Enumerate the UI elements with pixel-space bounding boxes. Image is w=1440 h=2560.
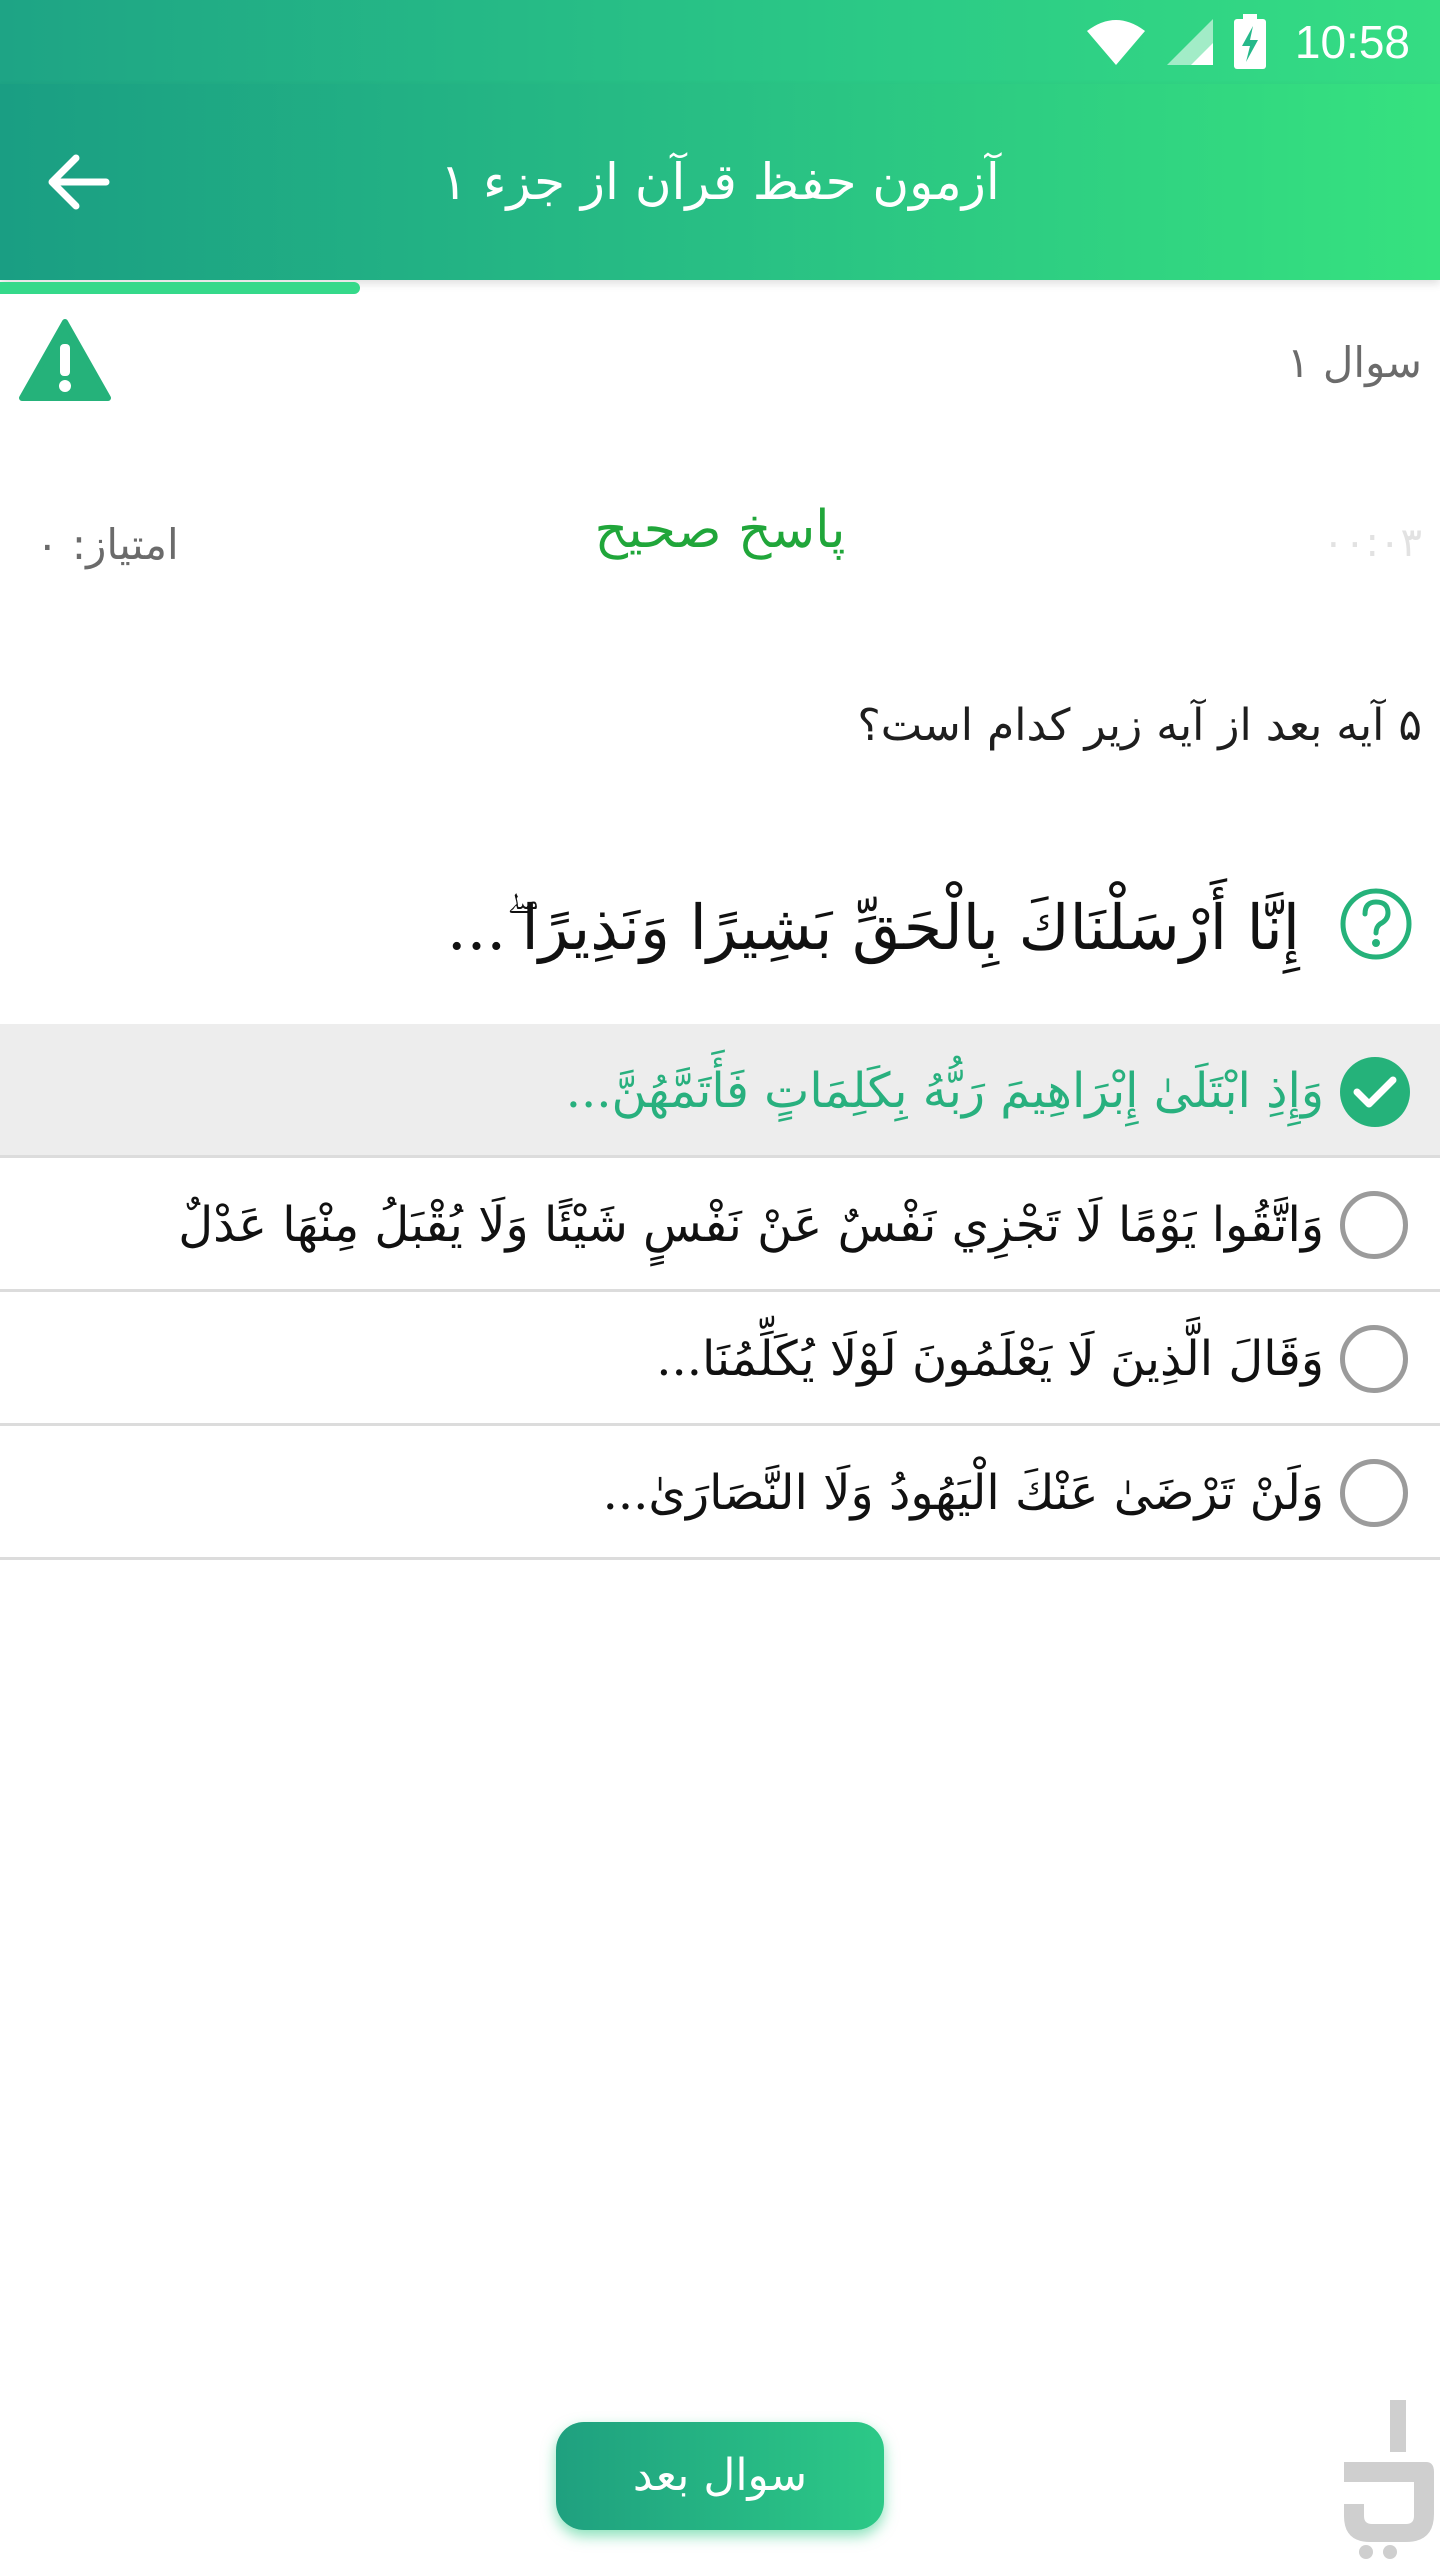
app-bar: آزمون حفظ قرآن از جزء ۱ — [0, 84, 1440, 280]
answer-option-1[interactable]: وَإِذِ ابْتَلَىٰ إِبْرَاهِيمَ رَبُّهُ بِ… — [0, 1024, 1440, 1158]
status-time: 10:58 — [1294, 16, 1410, 68]
next-question-button[interactable]: سوال بعد — [556, 2422, 884, 2530]
radio-button[interactable] — [1340, 1325, 1408, 1393]
answer-option-text: وَاتَّقُوا يَوْمًا لَا تَجْزِي نَفْسٌ عَ… — [178, 1197, 1324, 1253]
signal-icon — [1166, 19, 1213, 65]
quiz-progress-bar — [0, 282, 360, 294]
wifi-icon — [1086, 20, 1145, 65]
score: امتیاز: ۰ — [36, 520, 179, 569]
status-icons: 10:58 — [1085, 12, 1410, 72]
back-button[interactable] — [38, 142, 118, 222]
answer-option-2[interactable]: وَاتَّقُوا يَوْمًا لَا تَجْزِي نَفْسٌ عَ… — [0, 1158, 1440, 1292]
answer-option-3[interactable]: وَقَالَ الَّذِينَ لَا يَعْلَمُونَ لَوْلَ… — [0, 1292, 1440, 1426]
checkmark-icon — [1340, 1057, 1410, 1127]
page-title: آزمون حفظ قرآن از جزء ۱ — [440, 153, 1000, 211]
answer-option-4[interactable]: وَلَنْ تَرْضَىٰ عَنْكَ الْيَهُودُ وَلَا … — [0, 1426, 1440, 1560]
answer-option-text: وَلَنْ تَرْضَىٰ عَنْكَ الْيَهُودُ وَلَا … — [602, 1465, 1324, 1521]
radio-button[interactable] — [1340, 1191, 1408, 1259]
status-bar: 10:58 — [0, 0, 1440, 84]
quran-verse: إِنَّا أَرْسَلْنَاكَ بِالْحَقِّ بَشِيرًا… — [446, 891, 1300, 964]
result-label: پاسخ صحیح — [594, 500, 846, 560]
question-text: ۵ آیه بعد از آیه زیر کدام است؟ — [857, 700, 1422, 751]
answer-option-text: وَقَالَ الَّذِينَ لَا يَعْلَمُونَ لَوْلَ… — [656, 1331, 1324, 1387]
battery-charging-icon — [1233, 14, 1266, 69]
store-logo-icon — [1344, 2400, 1434, 2559]
answer-options: وَإِذِ ابْتَلَىٰ إِبْرَاهِيمَ رَبُّهُ بِ… — [0, 1024, 1440, 1560]
radio-button[interactable] — [1340, 1459, 1408, 1527]
help-icon[interactable] — [1338, 886, 1414, 962]
answer-option-text: وَإِذِ ابْتَلَىٰ إِبْرَاهِيمَ رَبُّهُ بِ… — [565, 1063, 1324, 1119]
report-warning-icon[interactable] — [18, 318, 112, 402]
question-number: سوال ۱ — [1287, 338, 1422, 387]
arrow-left-icon — [48, 154, 110, 210]
timer: ۰۰:۰۳ — [1322, 520, 1422, 566]
